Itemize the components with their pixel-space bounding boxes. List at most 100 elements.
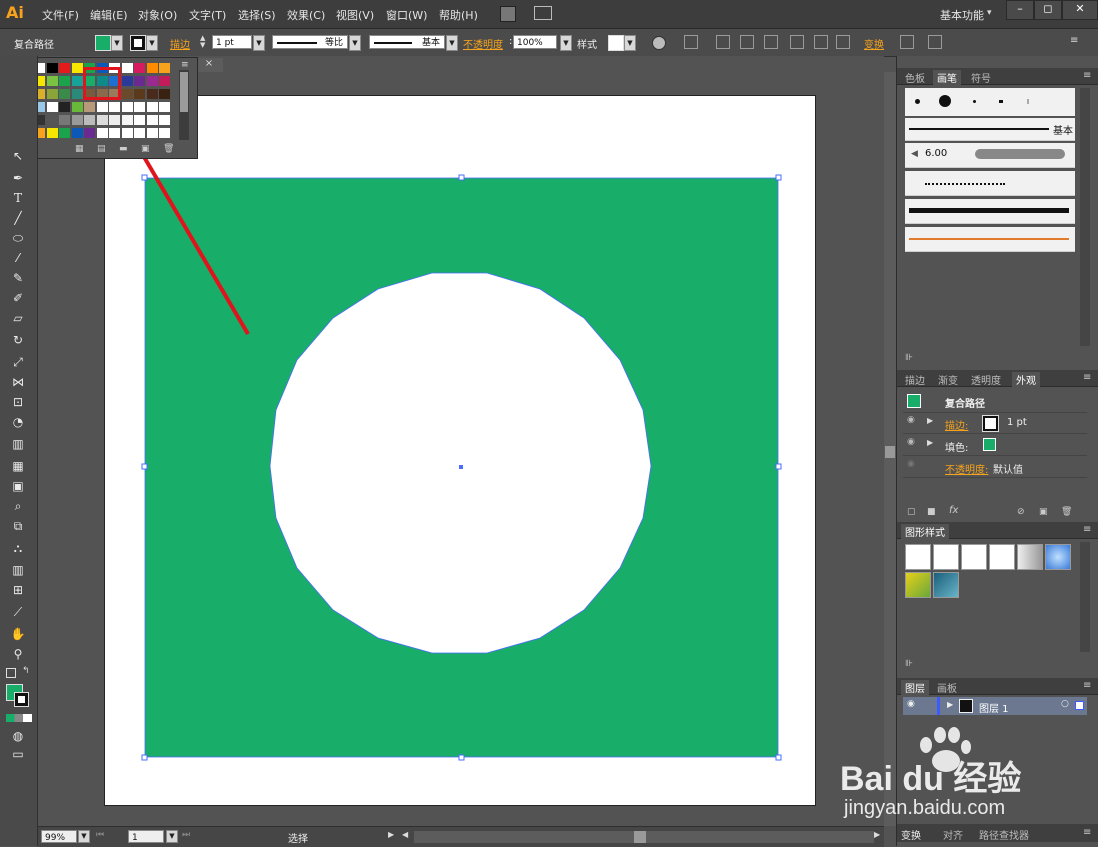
graphic-style-7[interactable] xyxy=(905,572,931,598)
swatch-cell[interactable] xyxy=(121,76,133,86)
duplicate-item-icon[interactable]: ▣ xyxy=(1039,507,1048,517)
swatch-cell[interactable] xyxy=(96,128,108,138)
page-dropdown-icon[interactable]: ▼ xyxy=(166,830,178,843)
brush-ornament-row[interactable] xyxy=(905,227,1075,252)
selection-indicator[interactable] xyxy=(1075,701,1084,710)
paintbrush-tool-icon[interactable]: ⁄ xyxy=(9,250,27,266)
swatch-cell[interactable] xyxy=(59,63,70,73)
brush-dot-small[interactable] xyxy=(915,99,920,104)
swatch-cell[interactable] xyxy=(71,89,83,99)
graphic-style-8[interactable] xyxy=(933,572,959,598)
swatch-cell[interactable] xyxy=(121,102,133,112)
color-mode-icons[interactable] xyxy=(6,714,32,722)
tab-layers[interactable]: 图层 xyxy=(901,680,929,695)
new-group-icon[interactable]: ▬ xyxy=(119,144,128,154)
swatch-cell[interactable] xyxy=(59,102,70,112)
swatch-cell[interactable] xyxy=(71,115,83,125)
appearance-stroke-swatch[interactable] xyxy=(982,415,999,432)
brush-arrow-row[interactable] xyxy=(905,171,1075,196)
graphic-style-5[interactable] xyxy=(1017,544,1043,570)
swatch-cell[interactable] xyxy=(134,63,145,73)
type-tool-icon[interactable]: T xyxy=(9,190,27,206)
vertical-scroll-thumb[interactable] xyxy=(885,446,895,458)
appearance-opacity-link[interactable]: 不透明度: xyxy=(945,461,988,476)
swatch-cell[interactable] xyxy=(134,89,145,99)
swatch-cell[interactable] xyxy=(159,128,170,138)
brush-calligraphic-row[interactable]: ◀ 6.00 xyxy=(905,143,1075,168)
brush-panel-menu-icon[interactable]: ≡ xyxy=(1083,70,1091,81)
swatch-cell[interactable] xyxy=(146,102,158,112)
zoom-tool-icon[interactable]: ⚲ xyxy=(9,646,27,662)
stroke-color-icon[interactable] xyxy=(14,692,29,707)
graphic-style-2[interactable] xyxy=(933,544,959,570)
tab-gradient[interactable]: 渐变 xyxy=(938,372,958,387)
swatch-cell[interactable] xyxy=(71,128,83,138)
appearance-menu-icon[interactable]: ≡ xyxy=(1083,372,1091,383)
swatch-cell[interactable] xyxy=(96,115,108,125)
swatch-cell[interactable] xyxy=(134,76,145,86)
zoom-input[interactable]: 99% xyxy=(41,830,77,843)
graphic-styles-library-icon[interactable]: ⊪ xyxy=(905,659,913,669)
brush-scrollbar[interactable] xyxy=(1080,88,1090,346)
clear-appearance-icon[interactable]: ⊘ xyxy=(1017,507,1025,517)
swatch-cell[interactable] xyxy=(46,115,58,125)
swatch-cell[interactable] xyxy=(121,128,133,138)
swatch-cell[interactable] xyxy=(109,128,120,138)
brush-presets[interactable] xyxy=(905,88,1075,116)
swatch-cell[interactable] xyxy=(46,102,58,112)
tab-align[interactable]: 对齐 xyxy=(943,827,963,842)
swatch-cell[interactable] xyxy=(134,115,145,125)
new-swatch-icon[interactable]: ▣ xyxy=(141,144,150,154)
graphic-styles-menu-icon[interactable]: ≡ xyxy=(1083,524,1091,535)
appearance-opacity-row[interactable]: ◉ 不透明度: 默认值 xyxy=(903,457,1087,478)
swatch-cell[interactable] xyxy=(159,76,170,86)
drawing-mode-icon[interactable]: ◍ xyxy=(9,728,27,744)
swatch-cell[interactable] xyxy=(146,115,158,125)
appearance-stroke-link[interactable]: 描边: xyxy=(945,417,968,432)
screen-mode-icon[interactable]: ▭ xyxy=(9,746,27,762)
eye-icon[interactable]: ◉ xyxy=(907,437,917,447)
add-effect-icon[interactable]: fx xyxy=(949,505,958,516)
layer-row[interactable]: ◉ ▶ 图层 1 ○ xyxy=(903,697,1087,715)
vertical-scrollbar[interactable] xyxy=(884,72,896,826)
swatch-cell[interactable] xyxy=(71,76,83,86)
eyedropper-tool-icon[interactable]: ⌕ xyxy=(9,498,27,514)
tab-transform[interactable]: 变换 xyxy=(901,827,921,842)
symbol-sprayer-tool-icon[interactable]: ⛬ xyxy=(9,540,27,556)
gradient-tool-icon[interactable]: ▣ xyxy=(9,478,27,494)
swatch-cell[interactable] xyxy=(109,102,120,112)
free-transform-tool-icon[interactable]: ⊡ xyxy=(9,394,27,410)
tab-brushes[interactable]: 画笔 xyxy=(933,70,961,85)
appearance-fill-swatch[interactable] xyxy=(983,438,996,451)
brush-dot-tiny[interactable] xyxy=(973,100,976,103)
expand-arrow-icon[interactable]: ▶ xyxy=(927,438,933,447)
appearance-stroke-row[interactable]: ◉ ▶ 描边: 1 pt xyxy=(903,413,1087,434)
pencil-tool-icon[interactable]: ✎ xyxy=(9,270,27,286)
brush-dot-flat[interactable] xyxy=(999,100,1003,103)
tab-swatches[interactable]: 色板 xyxy=(905,70,925,85)
swatch-kind-icon[interactable]: ▦ xyxy=(75,144,84,154)
eye-icon[interactable]: ◉ xyxy=(907,459,917,469)
delete-item-icon[interactable]: 🗑 xyxy=(1061,507,1072,517)
add-new-fill-icon[interactable]: ■ xyxy=(927,507,936,517)
swatch-cell[interactable] xyxy=(159,63,170,73)
swatch-cell[interactable] xyxy=(46,76,58,86)
brush-dot-thin[interactable] xyxy=(1027,99,1029,104)
mesh-tool-icon[interactable]: ▦ xyxy=(9,458,27,474)
expand-arrow-icon[interactable]: ▶ xyxy=(927,416,933,425)
graphic-style-3[interactable] xyxy=(961,544,987,570)
brush-basic-row[interactable]: 基本 xyxy=(905,118,1075,141)
swatch-cell[interactable] xyxy=(146,89,158,99)
slice-tool-icon[interactable]: ⟋ xyxy=(9,604,27,620)
last-page-icon[interactable]: ⏭ xyxy=(182,830,190,840)
tab-appearance[interactable]: 外观 xyxy=(1012,372,1040,387)
blend-tool-icon[interactable]: ⧉ xyxy=(9,518,27,534)
swatch-cell[interactable] xyxy=(134,128,145,138)
tab-graphic-styles[interactable]: 图形样式 xyxy=(901,524,949,539)
swatch-cell[interactable] xyxy=(134,102,145,112)
swatch-cell[interactable] xyxy=(84,115,95,125)
pen-tool-icon[interactable]: ✒ xyxy=(9,170,27,186)
swatch-cell[interactable] xyxy=(96,102,108,112)
swatch-cell[interactable] xyxy=(71,63,83,73)
layer-name[interactable]: 图层 1 xyxy=(979,700,1009,715)
